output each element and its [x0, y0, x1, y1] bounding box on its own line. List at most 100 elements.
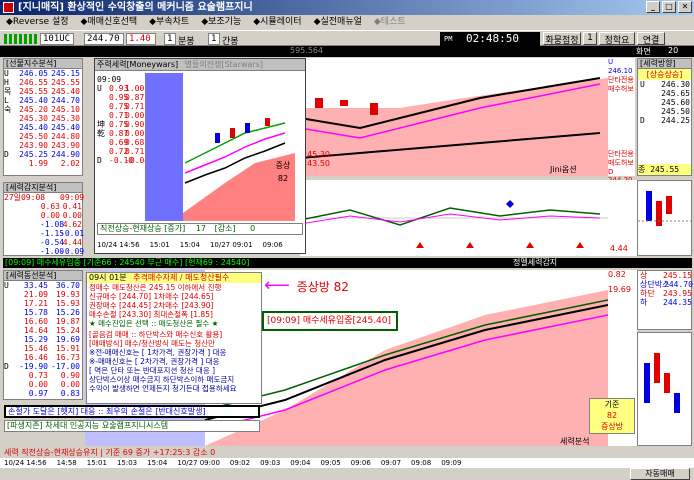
cell-b: 244.80 — [51, 132, 80, 141]
data-row: 16.60 19.87 — [4, 317, 82, 326]
clock-time: 02:48:50 — [466, 32, 519, 45]
data-row: U 0.93 1.00 — [97, 84, 144, 93]
reset-button[interactable]: 화뭉점정 — [543, 32, 581, 46]
label-u: U 246.10 — [608, 58, 633, 75]
data-row: 하단 243.95 — [640, 289, 692, 298]
data-row: U 33.45 36.70 — [4, 281, 82, 290]
cell-k: 목 — [4, 87, 12, 96]
cell-a: 0.75 — [109, 102, 129, 111]
cell-a: -1.08 — [40, 220, 65, 229]
cell-a: 33.45 — [23, 281, 48, 290]
cell-a: 245.50 — [19, 132, 48, 141]
status-text: 세력 직전상승-현재상승유지 | 기준 69 증가 +17:25:3 감소 0 — [4, 448, 216, 457]
maximize-button[interactable]: □ — [662, 1, 676, 13]
cell-a: 1.99 — [28, 159, 48, 168]
menu-item-reverse[interactable]: ◆Reverse 설정 — [6, 15, 69, 30]
screen-label: 화면 — [636, 47, 651, 56]
data-row: L 245.40 244.70 — [4, 96, 82, 105]
middle-chart[interactable] — [299, 180, 608, 256]
cell-a: 246.05 — [19, 69, 48, 78]
popup-time: 09:09 — [97, 75, 122, 84]
cell-a: 245.30 — [19, 114, 48, 123]
close-button[interactable]: ✕ — [678, 1, 692, 13]
code-select[interactable]: 101UC — [40, 33, 74, 45]
time-axis: 10/24 14:56 14:58 15:01 15:03 15:04 10/27 09:… — [0, 458, 694, 468]
right-val: 0.82 — [608, 270, 626, 279]
dispatch-button[interactable]: 정학요 — [599, 32, 635, 46]
cell-a: 245.25 — [19, 150, 48, 159]
text-line: ※전-매매신호는 [ 1차가격, 권장가격 ] 대응 — [89, 348, 227, 357]
cell-a: 245.15 — [663, 271, 692, 280]
menu-item-manual[interactable]: ◆실전매뉴얼 — [314, 15, 362, 30]
cell-k — [4, 371, 16, 380]
minimize-button[interactable]: _ — [646, 1, 660, 13]
cell-a: 0.69 — [109, 138, 129, 147]
connect-button[interactable]: 연결 — [637, 32, 665, 46]
cell-a: 244.25 — [661, 116, 690, 125]
tab-moneywars[interactable]: 주력세력[Moneywars] — [97, 60, 178, 69]
cell-b: 15.93 — [55, 299, 80, 308]
menu-item-subchart[interactable]: ◆부속차트 — [149, 15, 189, 30]
popup-chart[interactable] — [145, 73, 295, 221]
time-tick: 09:09 — [441, 459, 462, 467]
cell-a: 15.78 — [23, 308, 48, 317]
loss-rule-text: 손절가 도달은 [헷지] 대응 :: 최우의 손절은 [반대신호발생] — [8, 407, 206, 416]
menu-item-test[interactable]: ◆테스트 — [374, 15, 406, 30]
brand-bar: [파생지존] 차세대 인공지능 요술램프지니시스템 — [4, 420, 260, 432]
tab-starwars[interactable]: 별들의전쟁[Starwars] — [185, 60, 263, 69]
one-button[interactable]: 1 — [583, 32, 597, 45]
text-line: ★ 매수진입은 선택 :: 매도청산은 필수 ★ — [89, 319, 219, 328]
auto-trade-button[interactable]: 자동매매 — [630, 468, 690, 480]
data-row: 27일09:08 09:09 — [4, 193, 84, 202]
cell-b: -0.01 — [60, 229, 85, 238]
time-tick: 09:04 — [290, 459, 311, 467]
data-row: 245.60 — [640, 98, 691, 107]
text-line: [ 역은 단타 또는 반대포지션 청산 대응 ] — [89, 366, 216, 375]
info-headline: 추격매수자제 / 매도청산필수 — [133, 273, 230, 282]
data-row: 245.65 — [640, 89, 691, 98]
cell-k — [640, 89, 650, 98]
menu-item-simulator[interactable]: ◆시뮬레이터 — [253, 15, 301, 30]
cell-b: -0.04 — [125, 156, 150, 165]
mini-chart-bottom — [637, 332, 692, 446]
popup-time-tick: 10/24 14:56 — [97, 241, 140, 249]
bottom-chart-title: 세력분석 — [560, 437, 590, 446]
menu-item-signal[interactable]: ◆매매신호선택 — [81, 15, 138, 30]
moneywars-popup[interactable]: 주력세력[Moneywars] 별들의전쟁[Starwars] 09:09 U0… — [94, 58, 306, 254]
futures-index-panel: [선물지수분석] U 246.05 245.15 H 246.55 245.55 목 245.… — [3, 58, 83, 176]
menu-item-aux[interactable]: ◆보조기능 — [201, 15, 241, 30]
cell-k — [4, 389, 16, 398]
cell-a: 16.60 — [23, 317, 48, 326]
count-field[interactable]: 1 — [208, 33, 220, 45]
cell-a: 0.75 — [109, 120, 129, 129]
footer-v1: 17 — [195, 224, 207, 233]
cell-b: 0.90 — [125, 120, 145, 129]
cell-k: D — [4, 362, 9, 371]
time-tick: 09:03 — [260, 459, 281, 467]
footer-v2: [감소] — [214, 224, 236, 233]
panel-title: [선물지수분석] — [4, 59, 82, 69]
cell-k: 하단 — [640, 289, 655, 298]
force-detect-panel: [세력감지분석] 27일09:08 09:09 0.63 0.41 0.00 0.00 -1… — [3, 182, 85, 256]
cell-k: 상단박스 — [640, 280, 670, 289]
cell-k — [4, 308, 16, 317]
cell-k — [97, 147, 109, 156]
app-icon — [3, 2, 14, 13]
signal-title: 정멜세력감지 — [513, 258, 558, 267]
cell-k — [97, 102, 109, 111]
base-label: 기준 — [604, 400, 620, 409]
cell-a: 0.93 — [109, 84, 129, 93]
cell-b: 245.10 — [51, 105, 80, 114]
interval-field[interactable]: 1 — [164, 33, 176, 45]
cell-a: 0.73 — [28, 371, 48, 380]
strategy-info-box: 09시 01분 추격매수자제 / 매도청산필수 정매수 매도청산은 245.15… — [86, 272, 262, 404]
cell-a: 0.63 — [40, 202, 60, 211]
price-label: 243.50 — [302, 159, 330, 168]
cell-k: 坤 — [97, 120, 105, 129]
time-tick: 10/27 09:00 — [177, 459, 220, 467]
popup-time-tick: 09:06 — [262, 241, 283, 249]
cell-b: 0.00 — [125, 129, 145, 138]
main-chart-top[interactable]: 245.30 243.50 Jini옵션 — [299, 58, 608, 176]
data-row: D 245.25 244.90 — [4, 150, 82, 159]
cell-a: 14.64 — [23, 326, 48, 335]
